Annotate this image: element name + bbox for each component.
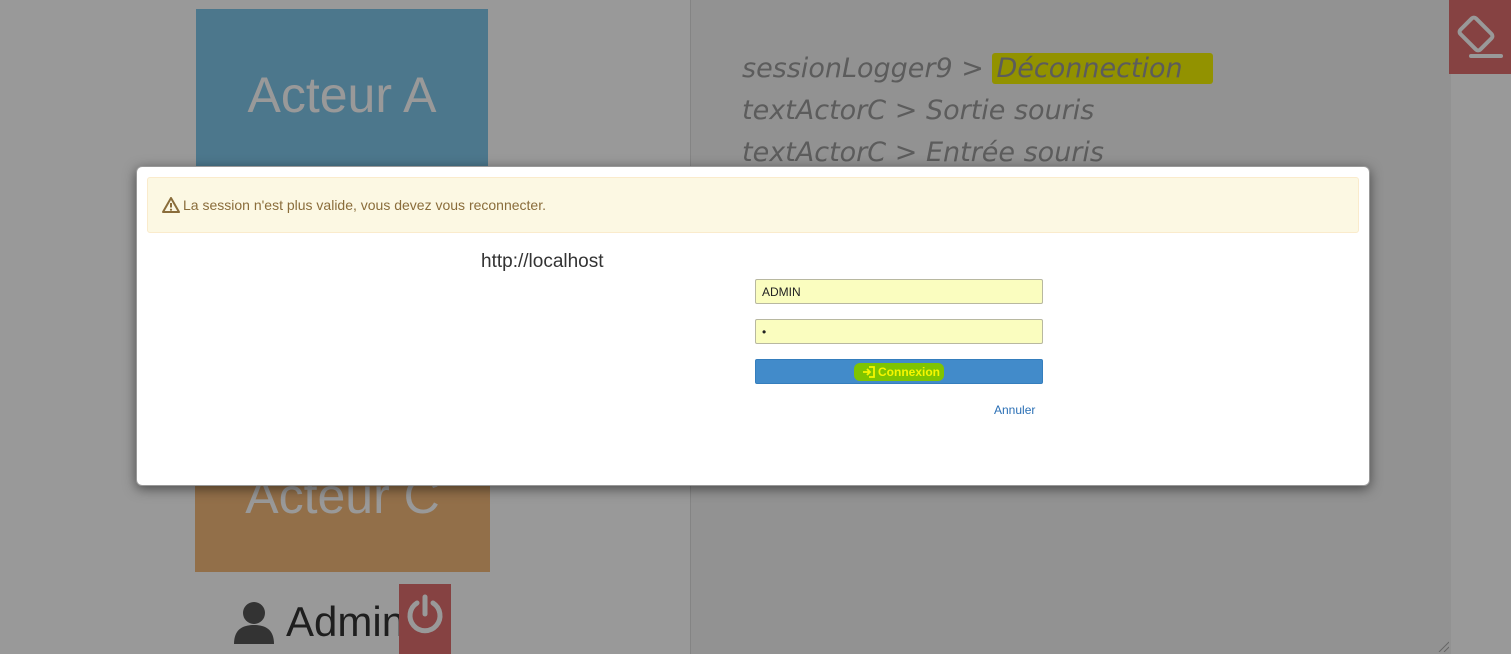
login-button-content: Connexion [854,362,944,381]
host-label: http://localhost [481,251,604,272]
session-alert: La session n'est plus valide, vous devez… [147,177,1359,233]
warning-icon [162,197,180,213]
username-field[interactable] [755,279,1043,304]
login-button-label: Connexion [878,364,940,379]
alert-message: La session n'est plus valide, vous devez… [183,197,546,213]
sign-in-icon [863,365,875,378]
password-field[interactable] [755,319,1043,344]
cancel-link[interactable]: Annuler [994,403,1035,417]
login-button[interactable]: Connexion [755,359,1043,384]
session-expired-dialog: La session n'est plus valide, vous devez… [136,166,1370,486]
